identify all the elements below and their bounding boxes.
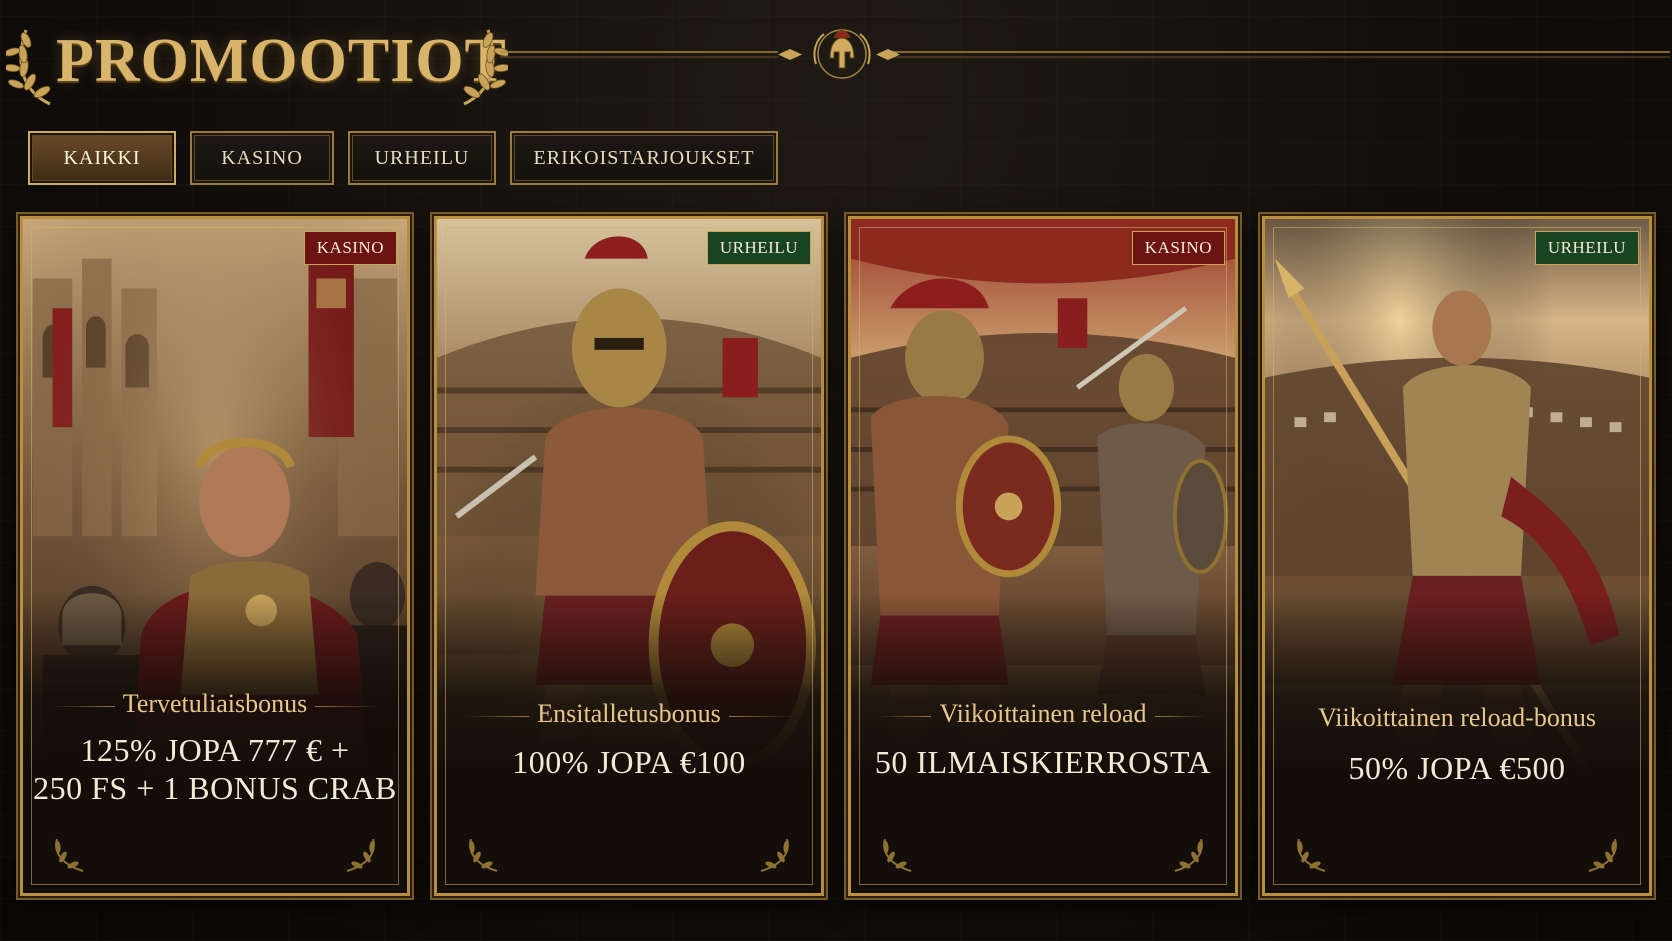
tab-label: KASINO (221, 146, 303, 169)
header-divider (500, 49, 1670, 60)
tab-erikoistarjoukset[interactable]: ERIKOISTARJOUKSET (510, 131, 778, 185)
category-badge: URHEILU (706, 231, 811, 265)
page-title: PROMOOTIOT (56, 27, 507, 95)
page-header: PROMOOTIOT (0, 0, 1672, 120)
laurel-right-icon (463, 29, 508, 106)
tab-label: URHEILU (374, 146, 470, 169)
promo-card-weekly-reload-bonus[interactable]: URHEILU Viikoittainen reload-bonus 50% J… (1262, 216, 1652, 896)
category-badge: KASINO (303, 231, 397, 265)
spartan-helmet-icon (813, 29, 871, 79)
promo-offer-line-1: 50% JOPA €500 (1348, 750, 1566, 786)
promo-offer-line-1: 125% JOPA 777 € + (80, 732, 350, 768)
tab-kaikki[interactable]: KAIKKI (28, 131, 176, 185)
category-badge: KASINO (1131, 231, 1225, 265)
laurel-small-icon (1588, 838, 1617, 872)
promo-title: Viikoittainen reload-bonus (1318, 703, 1596, 732)
laurel-small-icon (55, 838, 84, 872)
promo-card-first-deposit[interactable]: URHEILU Ensitalletusbonus 100% JOPA €100 (434, 216, 824, 896)
promo-title: Tervetuliaisbonus (122, 689, 308, 718)
promo-offer-line-1: 100% JOPA €100 (512, 744, 746, 780)
laurel-small-icon (346, 838, 375, 872)
promo-card-weekly-reload[interactable]: KASINO Viikoittainen reload 50 ILMAISKIE… (848, 216, 1238, 896)
promo-title: Viikoittainen reload (939, 699, 1147, 728)
promo-offer-line-2: 250 FS + 1 BONUS CRAB (33, 770, 397, 806)
laurel-small-icon (1174, 838, 1203, 872)
laurel-small-icon (1297, 838, 1326, 872)
laurel-small-icon (760, 838, 789, 872)
laurel-small-icon (469, 838, 498, 872)
promo-title: Ensitalletusbonus (537, 699, 721, 728)
tab-label: KAIKKI (63, 146, 141, 169)
laurel-small-icon (883, 838, 912, 872)
promo-card-welcome[interactable]: KASINO Tervetuliaisbonus 125% JOPA 777 €… (20, 216, 410, 896)
promo-offer-line-1: 50 ILMAISKIERROSTA (874, 744, 1212, 780)
tab-urheilu[interactable]: URHEILU (348, 131, 496, 185)
tab-kasino[interactable]: KASINO (190, 131, 334, 185)
category-badge: URHEILU (1534, 231, 1639, 265)
tab-label: ERIKOISTARJOUKSET (533, 146, 755, 169)
